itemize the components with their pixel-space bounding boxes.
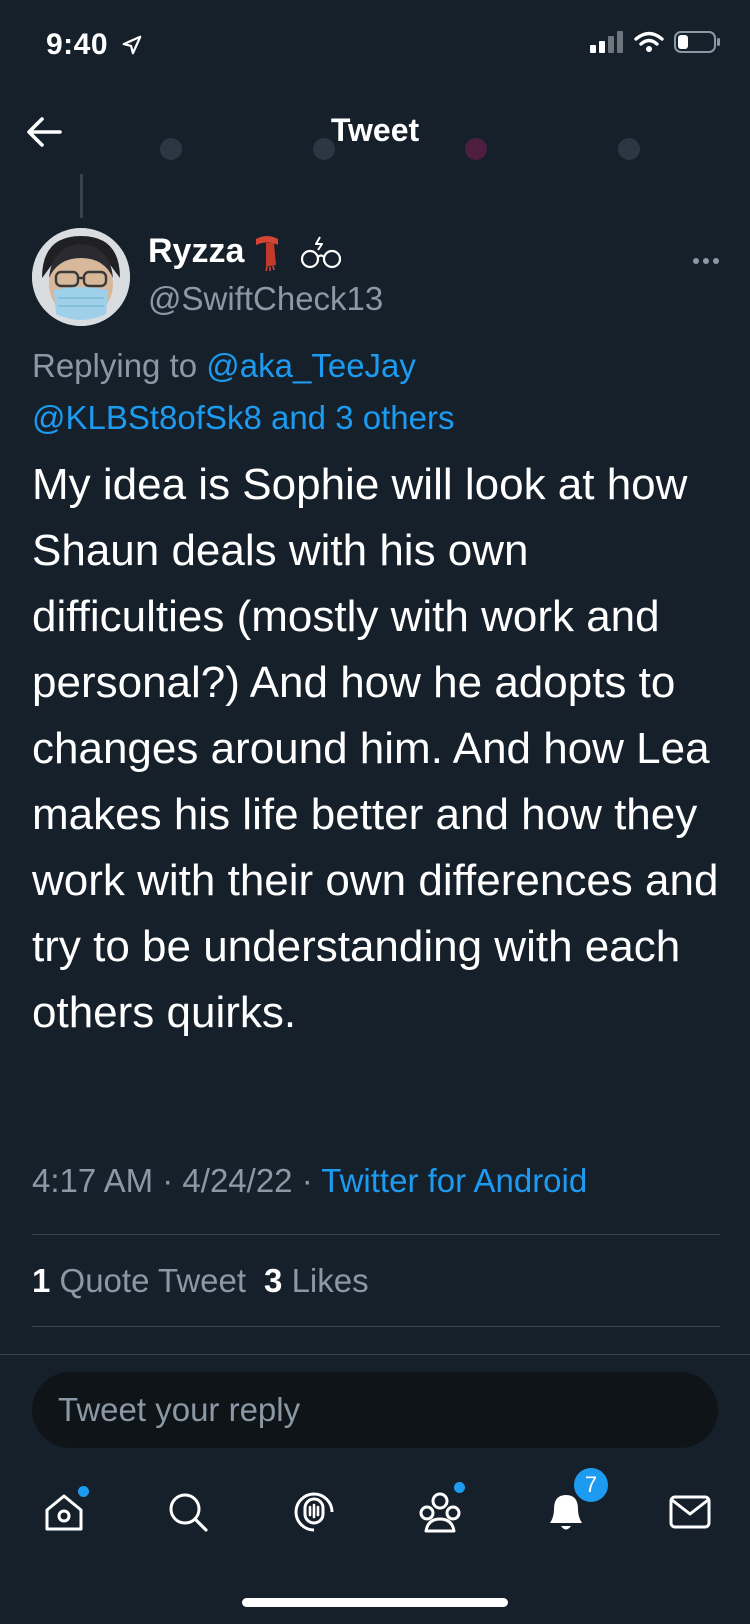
- communities-notification-dot: [454, 1482, 465, 1493]
- scarf-icon: [256, 235, 279, 271]
- likes-stat[interactable]: 3 Likes: [264, 1262, 369, 1300]
- tweet-date: 4/24/22: [182, 1162, 293, 1199]
- tweet-time: 4:17 AM: [32, 1162, 154, 1199]
- page-title: Tweet: [330, 112, 420, 148]
- location-arrow-icon: [122, 35, 142, 55]
- tweet-text: My idea is Sophie will look at how Shaun…: [32, 460, 719, 1037]
- avatar-image: [32, 228, 130, 326]
- tab-messages[interactable]: [660, 1480, 720, 1544]
- home-indicator[interactable]: [242, 1598, 508, 1607]
- thread-line: [80, 174, 83, 218]
- quote-tweets-stat[interactable]: 1 Quote Tweet: [32, 1262, 246, 1300]
- divider: [32, 1326, 720, 1327]
- divider: [32, 1234, 720, 1235]
- mention-link[interactable]: @KLBSt8ofSk8: [32, 399, 262, 436]
- communities-icon: [419, 1492, 461, 1533]
- status-time: 9:40: [46, 28, 143, 62]
- reply-box[interactable]: [32, 1372, 718, 1448]
- more-options-button[interactable]: [692, 240, 720, 272]
- replying-and: and: [270, 399, 327, 436]
- search-icon: [169, 1493, 208, 1532]
- more-dots-icon: [693, 258, 719, 264]
- mention-link[interactable]: @aka_TeeJay: [206, 347, 416, 384]
- spaces-icon: [294, 1492, 334, 1532]
- wifi-icon: [634, 31, 664, 52]
- battery-icon: [674, 31, 720, 53]
- replying-to: Replying to @aka_TeeJay @KLBSt8ofSk8 and…: [32, 340, 722, 444]
- home-notification-dot: [78, 1486, 89, 1497]
- glasses-lightning-icon: [301, 236, 342, 268]
- tab-spaces[interactable]: [284, 1480, 344, 1544]
- tweet-meta: 4:17 AM · 4/24/22 · Twitter for Android: [32, 1162, 588, 1199]
- display-name[interactable]: Ryzza: [148, 232, 344, 271]
- mail-icon: [669, 1495, 711, 1529]
- tweet-stats: 1 Quote Tweet 3 Likes: [32, 1262, 369, 1300]
- divider: [0, 1354, 750, 1355]
- notifications-badge: 7: [572, 1466, 610, 1504]
- tab-search[interactable]: [158, 1480, 218, 1544]
- user-handle[interactable]: @SwiftCheck13: [148, 280, 383, 318]
- tab-notifications[interactable]: 7: [536, 1466, 610, 1544]
- tab-communities[interactable]: [410, 1480, 470, 1544]
- others-link[interactable]: 3 others: [335, 399, 454, 436]
- display-name-text: Ryzza: [148, 232, 245, 270]
- cellular-signal-icon: [590, 31, 623, 53]
- tab-home[interactable]: [34, 1480, 94, 1544]
- tweet-source-link[interactable]: Twitter for Android: [321, 1162, 587, 1199]
- reply-input[interactable]: [56, 1390, 680, 1430]
- replying-prefix: Replying to: [32, 347, 198, 384]
- status-icons: [590, 30, 722, 54]
- home-icon: [45, 1494, 83, 1531]
- avatar[interactable]: [32, 228, 130, 326]
